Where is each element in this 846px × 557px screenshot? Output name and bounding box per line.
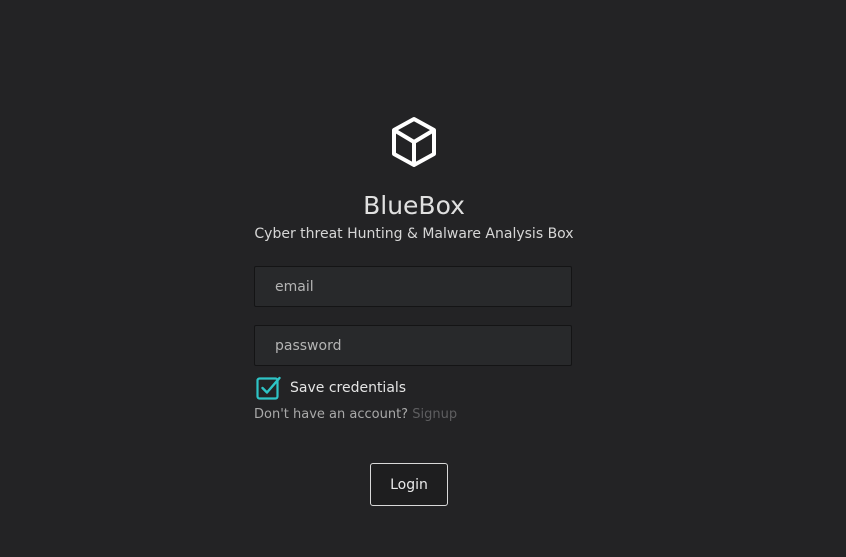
email-field[interactable] bbox=[254, 266, 572, 307]
password-field[interactable] bbox=[254, 325, 572, 366]
app-title: BlueBox bbox=[363, 191, 465, 220]
signup-line: Don't have an account? Signup bbox=[254, 407, 457, 422]
app-subtitle: Cyber threat Hunting & Malware Analysis … bbox=[254, 226, 574, 242]
login-page: BlueBox Cyber threat Hunting & Malware A… bbox=[0, 0, 846, 557]
cube-icon bbox=[392, 117, 436, 167]
save-credentials-toggle[interactable]: Save credentials bbox=[256, 375, 406, 400]
checkbox-checked-icon[interactable] bbox=[256, 375, 281, 400]
signup-prompt: Don't have an account? bbox=[254, 407, 409, 422]
login-button[interactable]: Login bbox=[370, 463, 448, 506]
signup-link[interactable]: Signup bbox=[412, 407, 457, 422]
save-credentials-label: Save credentials bbox=[290, 379, 407, 396]
